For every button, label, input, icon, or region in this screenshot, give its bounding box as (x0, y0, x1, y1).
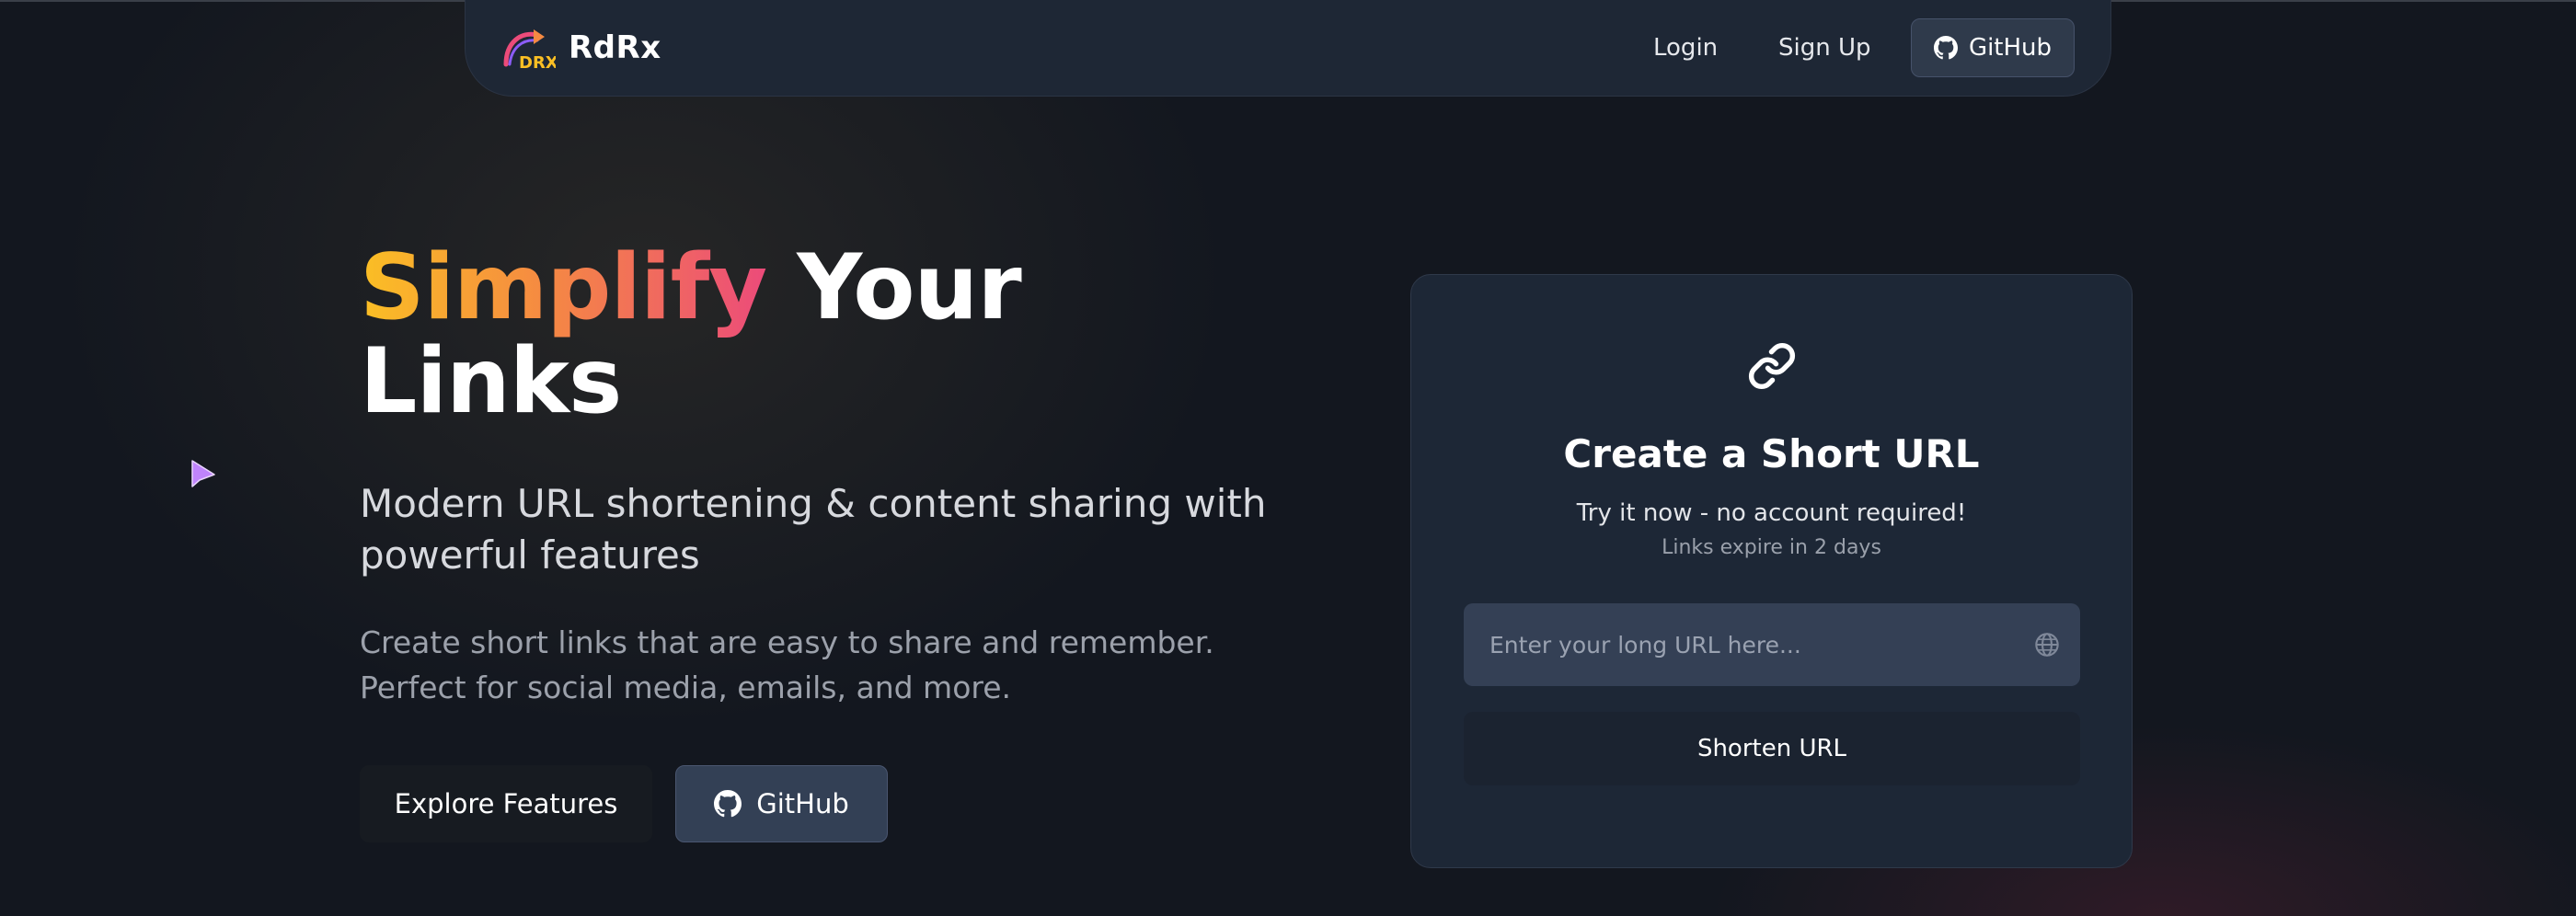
nav-github-label: GitHub (1968, 34, 2053, 62)
hero-title-word-links: Links (360, 329, 622, 434)
hero-title: Simplify Your Links (360, 241, 1188, 429)
card-subtitle: Try it now - no account required! (1576, 499, 1967, 527)
explore-features-button[interactable]: Explore Features (360, 765, 652, 842)
link-icon (1748, 342, 1796, 390)
hero-title-word-your: Your (797, 235, 1021, 340)
hero-github-button[interactable]: GitHub (675, 765, 888, 842)
globe-icon (2035, 633, 2059, 657)
rdrx-logo-icon: DRX (503, 29, 556, 72)
hero-title-highlight: Simplify (360, 235, 767, 340)
expiry-note: Links expire in 2 days (1662, 536, 1881, 559)
card-title: Create a Short URL (1563, 431, 1980, 476)
long-url-input[interactable] (1464, 603, 2016, 686)
nav-github-button[interactable]: GitHub (1911, 18, 2075, 77)
signup-link[interactable]: Sign Up (1778, 26, 1871, 70)
navbar: DRX RdRx Login Sign Up GitHub (465, 0, 2111, 97)
github-icon (1933, 36, 1958, 60)
shorten-url-button[interactable]: Shorten URL (1464, 712, 2080, 785)
shorten-url-card: Create a Short URL Try it now - no accou… (1410, 274, 2133, 868)
brand[interactable]: DRX RdRx (500, 20, 661, 75)
hero-github-label: GitHub (756, 788, 849, 819)
svg-text:DRX: DRX (519, 53, 556, 72)
github-icon (714, 790, 742, 818)
hero-subtitle: Modern URL shortening & content sharing … (360, 481, 1267, 578)
mouse-cursor-icon (191, 460, 215, 487)
hero-description: Create short links that are easy to shar… (360, 624, 1214, 705)
url-input-wrapper (1464, 603, 2080, 686)
explore-features-label: Explore Features (394, 788, 618, 819)
login-link[interactable]: Login (1653, 26, 1718, 70)
shorten-url-label: Shorten URL (1696, 735, 1847, 762)
brand-name: RdRx (569, 29, 661, 66)
